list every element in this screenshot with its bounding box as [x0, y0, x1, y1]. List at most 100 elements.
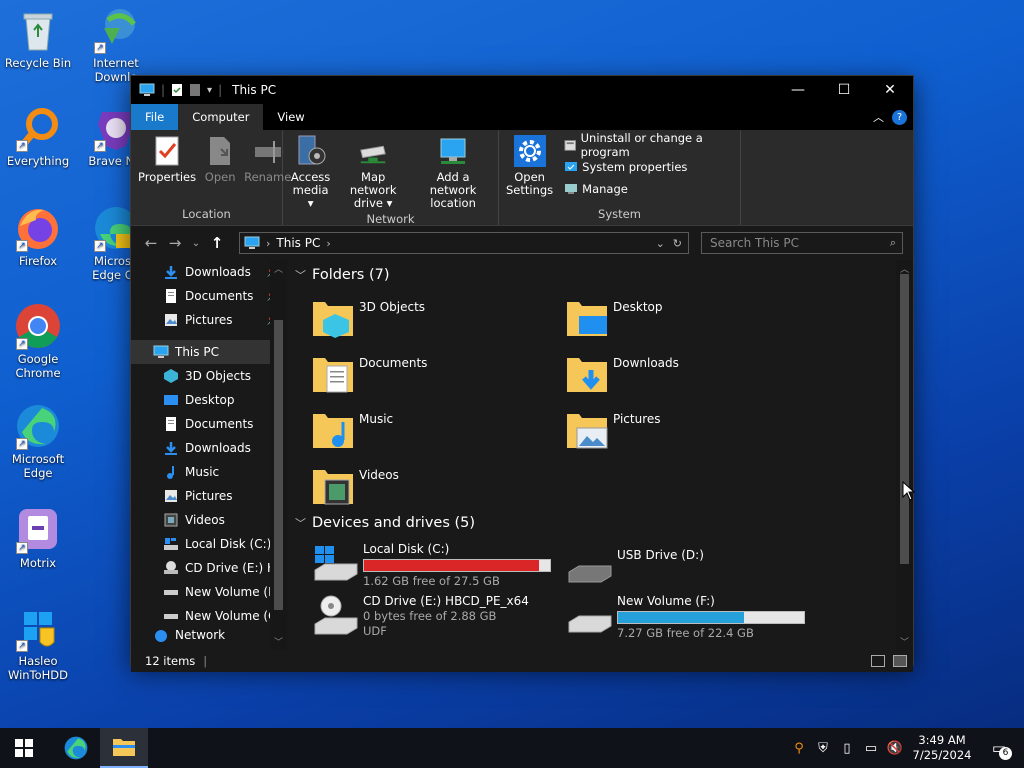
breadcrumb-this-pc[interactable]: This PC [276, 236, 320, 250]
taskbar-edge-button[interactable] [52, 728, 100, 768]
drive-new-volume-f[interactable]: New Volume (F:) 7.27 GB free of 22.4 GB [565, 594, 819, 650]
clock[interactable]: 3:49 AM 7/25/2024 [910, 733, 974, 763]
tab-file[interactable]: File [131, 104, 179, 130]
open-settings-button[interactable]: Open Settings [503, 134, 556, 205]
open-settings-label-2: Settings [506, 183, 554, 197]
folder-videos[interactable]: Videos [311, 458, 565, 514]
nav-item-local-disk-c[interactable]: Local Disk (C:) [131, 532, 287, 556]
nav-item-pictures-pinned[interactable]: Pictures 📌 [131, 308, 287, 332]
details-view-icon[interactable] [871, 655, 885, 667]
collapse-chevron-icon[interactable]: ﹀ [295, 267, 306, 283]
uninstall-program-button[interactable]: Uninstall or change a program [564, 131, 736, 159]
customize-toolbar-icon[interactable]: ▾ [207, 85, 212, 96]
nav-label: This PC [175, 345, 219, 359]
scroll-down-icon[interactable]: ﹀ [899, 635, 910, 648]
refresh-icon[interactable]: ↻ [673, 237, 682, 250]
idm-icon: ↗ [92, 6, 140, 54]
collapse-chevron-icon[interactable]: ﹀ [295, 515, 306, 531]
clock-date: 7/25/2024 [912, 748, 972, 762]
uninstall-label: Uninstall or change a program [580, 131, 703, 159]
desktop-icon-idm[interactable]: ↗ Internet Downlo [78, 6, 154, 84]
network-status-icon[interactable]: ▭ [862, 739, 880, 757]
nav-item-downloads-pinned[interactable]: Downloads 📌 [131, 260, 287, 284]
nav-item-cd-drive-e[interactable]: CD Drive (E:) HB [131, 556, 287, 580]
shortcut-arrow-icon: ↗ [16, 438, 28, 450]
nav-item-network[interactable]: Network [131, 628, 287, 642]
nav-item-pictures[interactable]: Pictures [131, 484, 287, 508]
title-bar[interactable]: | ▾ | This PC — ☐ ✕ [131, 76, 913, 104]
address-dropdown-icon[interactable]: ⌄ [656, 237, 665, 250]
folder-pictures[interactable]: Pictures [565, 402, 819, 458]
breadcrumb-chevron-icon[interactable]: › [266, 237, 270, 250]
desktop-icon-everything[interactable]: ↗ Everything [0, 104, 76, 168]
access-media-button[interactable]: Access media ▾ [287, 134, 334, 210]
scroll-down-icon[interactable]: ﹀ [273, 635, 284, 648]
breadcrumb-chevron-icon[interactable]: › [326, 237, 330, 250]
nav-label: Videos [185, 513, 225, 527]
nav-item-documents[interactable]: Documents [131, 412, 287, 436]
desktop-icon-chrome[interactable]: ↗ Google Chrome [0, 302, 76, 380]
nav-item-new-volume-g[interactable]: New Volume (G: [131, 604, 287, 628]
usb-eject-icon[interactable]: ▯ [838, 739, 856, 757]
manage-button[interactable]: Manage [564, 180, 736, 198]
search-box[interactable]: Search This PC ⌕ [701, 232, 903, 254]
folders-group-header[interactable]: ﹀ Folders (7) [287, 260, 913, 290]
folder-music[interactable]: Music [311, 402, 565, 458]
add-network-location-button[interactable]: Add a network location [412, 134, 494, 210]
tab-view[interactable]: View [263, 104, 318, 130]
open-button[interactable]: Open [201, 134, 239, 205]
drive-icon [164, 590, 178, 595]
properties-quick-icon[interactable] [171, 83, 183, 97]
close-button[interactable]: ✕ [867, 76, 913, 104]
desktop-icon-wintohdd[interactable]: ↗ Hasleo WinToHDD [0, 604, 76, 682]
nav-item-this-pc[interactable]: This PC [131, 340, 287, 364]
large-icons-view-icon[interactable] [893, 655, 907, 667]
nav-label: 3D Objects [185, 369, 252, 383]
collapse-ribbon-icon[interactable]: ︿ [873, 109, 884, 125]
volume-muted-icon[interactable]: 🔇 [886, 739, 904, 757]
nav-scrollbar-thumb[interactable] [274, 320, 283, 610]
taskbar-file-explorer-button[interactable] [100, 728, 148, 768]
nav-item-downloads[interactable]: Downloads [131, 436, 287, 460]
address-bar[interactable]: › This PC › ⌄ ↻ [239, 232, 689, 254]
scroll-up-icon[interactable]: ︿ [273, 262, 284, 275]
desktop-icon-motrix[interactable]: ↗ Motrix [0, 506, 76, 570]
drive-usb-d[interactable]: USB Drive (D:) [565, 538, 819, 594]
recent-locations-button[interactable]: ⌄ [187, 238, 205, 249]
folder-documents[interactable]: Documents [311, 346, 565, 402]
back-button[interactable]: ← [139, 234, 163, 252]
forward-button[interactable]: → [163, 234, 187, 252]
start-button[interactable] [0, 728, 48, 768]
open-icon [204, 134, 236, 168]
file-explorer-window: | ▾ | This PC — ☐ ✕ File Computer View ︿… [130, 75, 914, 672]
folder-desktop[interactable]: Desktop [565, 290, 819, 346]
desktop-icon-edge[interactable]: ↗ Microsoft Edge [0, 402, 76, 480]
nav-item-music[interactable]: Music [131, 460, 287, 484]
folder-3d-objects[interactable]: 3D Objects [311, 290, 565, 346]
nav-item-3d-objects[interactable]: 3D Objects [131, 364, 287, 388]
map-network-drive-button[interactable]: Map network drive ▾ [336, 134, 410, 210]
system-properties-button[interactable]: System properties [564, 158, 736, 176]
security-shield-icon[interactable]: ⛨ [814, 739, 832, 757]
tab-computer[interactable]: Computer [178, 104, 264, 130]
maximize-button[interactable]: ☐ [821, 76, 867, 104]
nav-scrollbar[interactable]: ︿ ﹀ [270, 260, 287, 650]
help-icon[interactable]: ? [892, 109, 907, 125]
drive-local-disk-c[interactable]: Local Disk (C:) 1.62 GB free of 27.5 GB [311, 538, 565, 594]
content-scrollbar-thumb[interactable] [900, 274, 909, 564]
nav-item-videos[interactable]: Videos [131, 508, 287, 532]
everything-tray-icon[interactable]: ⚲ [790, 739, 808, 757]
content-scrollbar[interactable]: ︿ ﹀ [896, 260, 913, 650]
up-button[interactable]: ↑ [205, 234, 229, 252]
notification-center-button[interactable]: ▭ 6 [980, 728, 1018, 768]
minimize-button[interactable]: — [775, 76, 821, 104]
desktop-icon-recycle-bin[interactable]: Recycle Bin [0, 6, 76, 70]
drive-cd-e[interactable]: CD Drive (E:) HBCD_PE_x64 0 bytes free o… [311, 594, 565, 650]
nav-item-new-volume-f[interactable]: New Volume (F:) [131, 580, 287, 604]
properties-button[interactable]: Properties [135, 134, 199, 205]
folder-downloads[interactable]: Downloads [565, 346, 819, 402]
nav-item-documents-pinned[interactable]: Documents 📌 [131, 284, 287, 308]
nav-item-desktop[interactable]: Desktop [131, 388, 287, 412]
new-folder-quick-icon[interactable] [189, 83, 201, 97]
desktop-icon-firefox[interactable]: ↗ Firefox [0, 204, 76, 268]
